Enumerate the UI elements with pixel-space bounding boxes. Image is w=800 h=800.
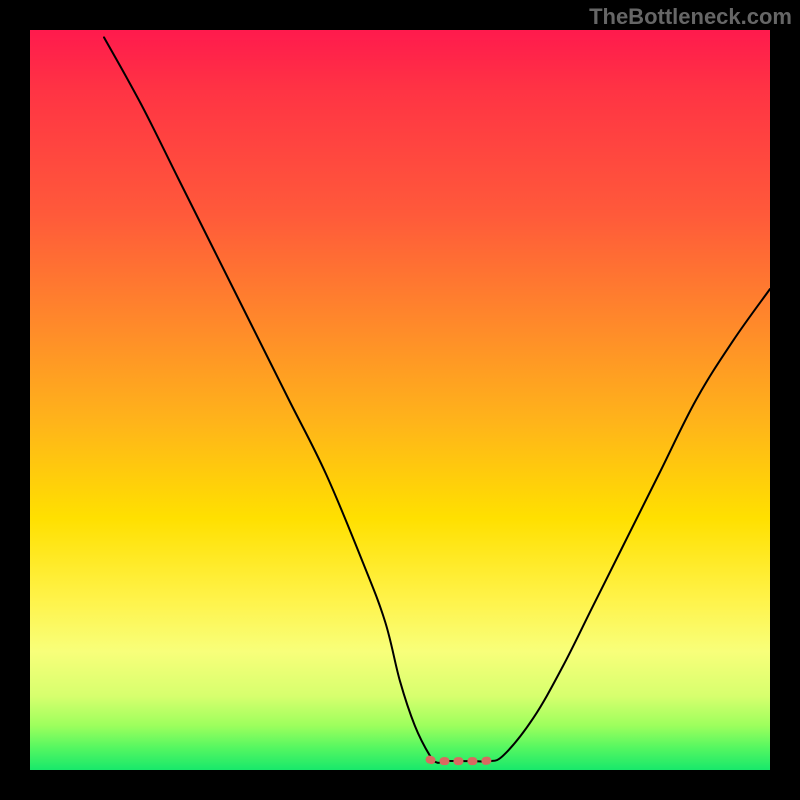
plot-area — [30, 30, 770, 770]
attribution-text: TheBottleneck.com — [589, 4, 792, 30]
minimum-flat-segment — [430, 758, 497, 761]
curve-layer — [30, 30, 770, 770]
chart-frame: TheBottleneck.com — [0, 0, 800, 800]
bottleneck-curve — [104, 37, 770, 762]
